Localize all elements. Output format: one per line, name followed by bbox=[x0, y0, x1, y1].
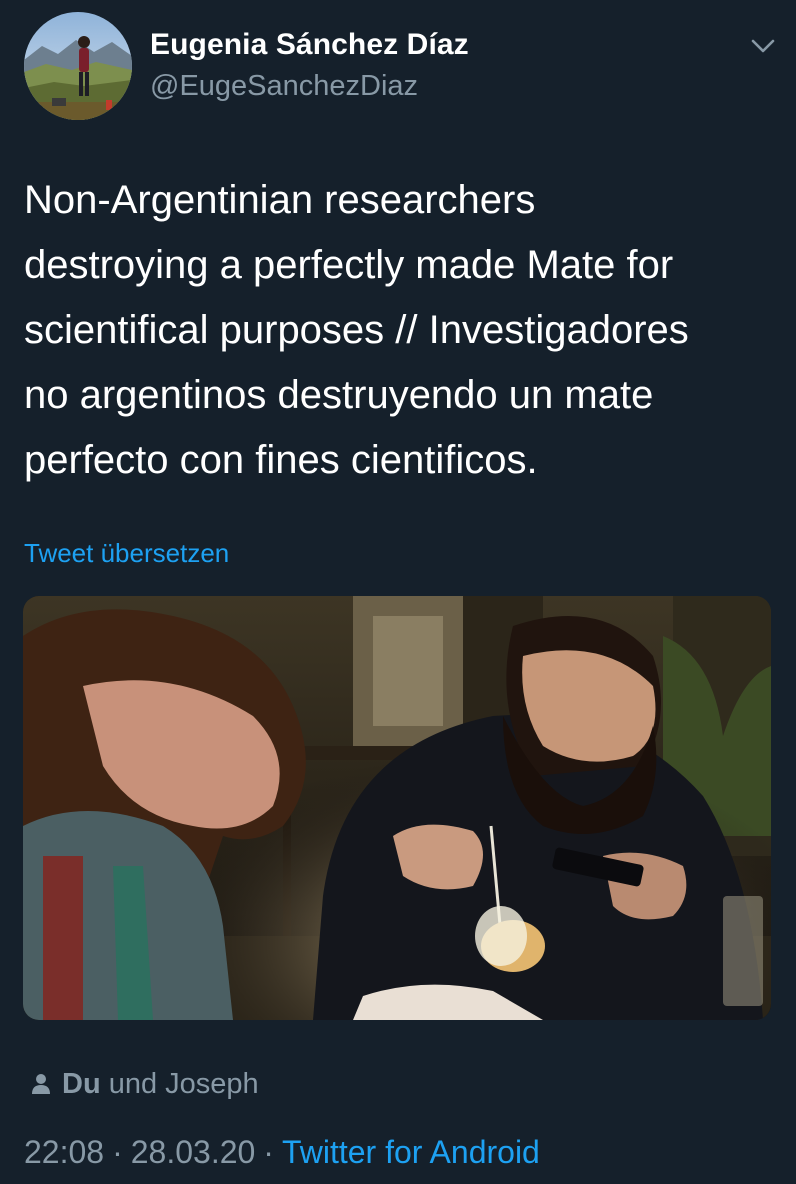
avatar[interactable] bbox=[24, 12, 132, 120]
tweet-time: 22:08 bbox=[24, 1134, 105, 1170]
photo-image bbox=[23, 596, 771, 1020]
tweet-text-line: Non-Argentinian researchers bbox=[24, 178, 536, 222]
meta-separator: · bbox=[112, 1134, 123, 1170]
tweet-meta: 22:08 · 28.03.20 · Twitter for Android bbox=[24, 1134, 540, 1171]
tweet-text-line: scientifical purposes // Investigadores bbox=[24, 308, 689, 352]
tweet-text-line: destroying a perfectly made Mate for bbox=[24, 243, 674, 287]
tweet-date: 28.03.20 bbox=[130, 1134, 256, 1170]
author-name[interactable]: Eugenia Sánchez Díaz bbox=[150, 28, 469, 62]
tagged-rest: und Joseph bbox=[100, 1067, 259, 1100]
avatar-image bbox=[24, 12, 132, 120]
translate-tweet-link[interactable]: Tweet übersetzen bbox=[24, 538, 229, 569]
tweet-text-line: no argentinos destruyendo un mate bbox=[24, 373, 654, 417]
tweet-detail: Eugenia Sánchez Díaz @EugeSanchezDiaz No… bbox=[0, 0, 796, 1184]
tweet-text-line: perfecto con fines cientificos. bbox=[24, 438, 538, 482]
person-icon bbox=[30, 1073, 52, 1095]
tweet-text: Non-Argentinian researchers destroying a… bbox=[24, 168, 772, 493]
tagged-people[interactable]: Du und Joseph bbox=[30, 1066, 259, 1102]
meta-separator: · bbox=[263, 1134, 274, 1170]
tagged-first: Du bbox=[62, 1067, 101, 1100]
author-handle[interactable]: @EugeSanchezDiaz bbox=[150, 70, 418, 103]
chevron-down-icon[interactable] bbox=[748, 34, 778, 58]
tweet-photo[interactable] bbox=[23, 596, 771, 1020]
tweet-source-link[interactable]: Twitter for Android bbox=[282, 1134, 540, 1171]
